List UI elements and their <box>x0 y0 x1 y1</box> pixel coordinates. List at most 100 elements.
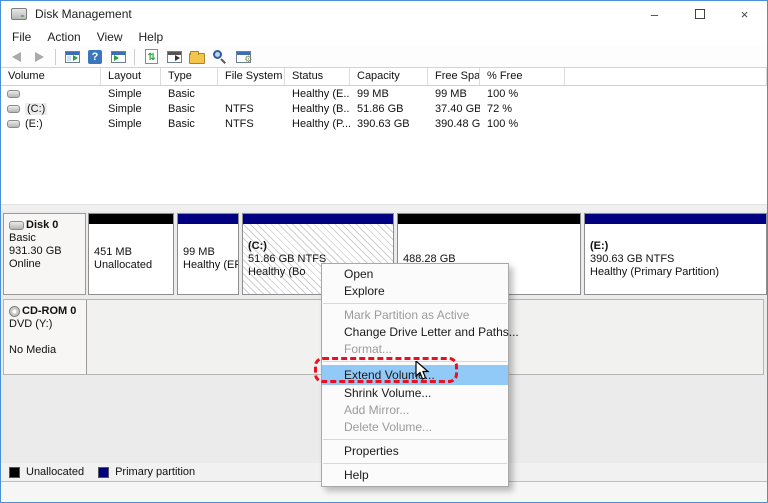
partition-efi-99mb[interactable]: 99 MB Healthy (EFI <box>177 213 239 295</box>
cell-pct-free: 100 % <box>480 88 565 100</box>
window-title: Disk Management <box>35 7 132 21</box>
show-action-pane-button[interactable] <box>108 48 128 66</box>
disk0-status: Online <box>9 258 81 271</box>
volume-name: (C:) <box>25 103 47 115</box>
menu-item-change-drive-letter[interactable]: Change Drive Letter and Paths... <box>322 324 508 341</box>
partition-color-bar <box>178 214 238 224</box>
forward-icon <box>35 52 44 62</box>
menu-view[interactable]: View <box>89 28 131 46</box>
cell-type: Basic <box>161 103 218 115</box>
refresh-icon: ⇅ <box>145 49 158 64</box>
menu-item-delete-volume: Delete Volume... <box>322 419 508 436</box>
menu-file[interactable]: File <box>4 28 39 46</box>
menu-item-add-mirror: Add Mirror... <box>322 402 508 419</box>
show-console-tree-button[interactable] <box>62 48 82 66</box>
help-icon: ? <box>88 50 102 64</box>
cdrom-label[interactable]: CD-ROM 0 DVD (Y:) No Media <box>4 300 87 374</box>
show-console-tree-icon <box>65 51 80 63</box>
menu-item-shrink-volume[interactable]: Shrink Volume... <box>322 385 508 402</box>
cell-capacity: 51.86 GB <box>350 103 428 115</box>
maximize-icon <box>695 9 705 19</box>
volume-row-e[interactable]: (E:) Simple Basic NTFS Healthy (P... 390… <box>1 116 767 131</box>
partition-e-drive[interactable]: (E:) 390.63 GB NTFS Healthy (Primary Par… <box>584 213 767 295</box>
cell-status: Healthy (E... <box>285 88 350 100</box>
toolbar: ? ⇅ ⚙ <box>1 46 767 68</box>
partition-color-bar <box>585 214 766 224</box>
volume-list-pane: Volume Layout Type File System Status Ca… <box>1 68 767 204</box>
cell-pct-free: 100 % <box>480 118 565 130</box>
column-header-pct-free[interactable]: % Free <box>480 68 565 85</box>
volume-icon <box>7 120 20 128</box>
partition-size: 451 MB <box>94 246 168 259</box>
menu-action[interactable]: Action <box>39 28 88 46</box>
menu-separator <box>323 463 507 464</box>
cell-file-system: NTFS <box>218 103 285 115</box>
disk0-size: 931.30 GB <box>9 245 81 258</box>
column-header-volume[interactable]: Volume <box>1 68 101 85</box>
legend-label-primary: Primary partition <box>115 466 195 478</box>
forward-button[interactable] <box>29 48 49 66</box>
cell-layout: Simple <box>101 103 161 115</box>
disk0-label[interactable]: Disk 0 Basic 931.30 GB Online <box>3 213 86 295</box>
back-button[interactable] <box>6 48 26 66</box>
partition-color-bar <box>243 214 393 224</box>
cell-pct-free: 72 % <box>480 103 565 115</box>
refresh-button[interactable]: ⇅ <box>141 48 161 66</box>
disk-management-window: Disk Management – × File Action View Hel… <box>0 0 768 503</box>
settings-icon: ⚙ <box>236 51 251 63</box>
properties-icon <box>167 51 182 63</box>
menu-item-explore[interactable]: Explore <box>322 283 508 300</box>
legend-swatch-primary <box>98 467 109 478</box>
search-icon <box>213 50 227 64</box>
partition-color-bar <box>89 214 173 224</box>
menu-item-properties[interactable]: Properties <box>322 443 508 460</box>
cdrom-media: DVD (Y:) <box>9 318 82 331</box>
cell-status: Healthy (P... <box>285 118 350 130</box>
menu-separator <box>323 303 507 304</box>
menu-item-extend-volume[interactable]: Extend Volume... <box>322 365 508 385</box>
volume-icon <box>7 105 20 113</box>
menu-item-help[interactable]: Help <box>322 467 508 484</box>
back-icon <box>12 52 21 62</box>
column-header-free-space[interactable]: Free Spa... <box>428 68 480 85</box>
column-header-file-system[interactable]: File System <box>218 68 285 85</box>
cell-capacity: 390.63 GB <box>350 118 428 130</box>
menu-item-open[interactable]: Open <box>322 266 508 283</box>
app-icon <box>11 8 27 20</box>
column-header-type[interactable]: Type <box>161 68 218 85</box>
cell-layout: Simple <box>101 88 161 100</box>
cell-type: Basic <box>161 118 218 130</box>
volume-row-efi[interactable]: Simple Basic Healthy (E... 99 MB 99 MB 1… <box>1 86 767 101</box>
volume-name: (E:) <box>25 118 43 130</box>
partition-status: Healthy (EFI <box>183 259 233 272</box>
help-button[interactable]: ? <box>85 48 105 66</box>
menu-help[interactable]: Help <box>131 28 172 46</box>
pane-splitter[interactable] <box>1 204 767 211</box>
partition-unallocated-451mb[interactable]: 451 MB Unallocated <box>88 213 174 295</box>
volume-list-header: Volume Layout Type File System Status Ca… <box>1 68 767 86</box>
partition-letter: (C:) <box>248 240 388 253</box>
column-header-capacity[interactable]: Capacity <box>350 68 428 85</box>
minimize-button[interactable]: – <box>632 1 677 27</box>
maximize-button[interactable] <box>677 1 722 27</box>
menu-separator <box>323 361 507 362</box>
cdrom-name: CD-ROM 0 <box>22 305 76 318</box>
menu-item-format: Format... <box>322 341 508 358</box>
properties-button[interactable] <box>164 48 184 66</box>
volume-row-c[interactable]: (C:) Simple Basic NTFS Healthy (B... 51.… <box>1 101 767 116</box>
volume-icon <box>7 90 20 98</box>
settings-button[interactable]: ⚙ <box>233 48 253 66</box>
find-button[interactable] <box>210 48 230 66</box>
legend-swatch-unallocated <box>9 467 20 478</box>
open-button[interactable] <box>187 48 207 66</box>
partition-letter: (E:) <box>590 240 761 253</box>
open-folder-icon <box>189 53 205 64</box>
column-header-layout[interactable]: Layout <box>101 68 161 85</box>
cell-capacity: 99 MB <box>350 88 428 100</box>
close-button[interactable]: × <box>722 1 767 27</box>
column-header-status[interactable]: Status <box>285 68 350 85</box>
menu-separator <box>323 439 507 440</box>
legend-label-unallocated: Unallocated <box>26 466 84 478</box>
show-action-pane-icon <box>111 51 126 63</box>
title-bar: Disk Management – × <box>1 1 767 27</box>
